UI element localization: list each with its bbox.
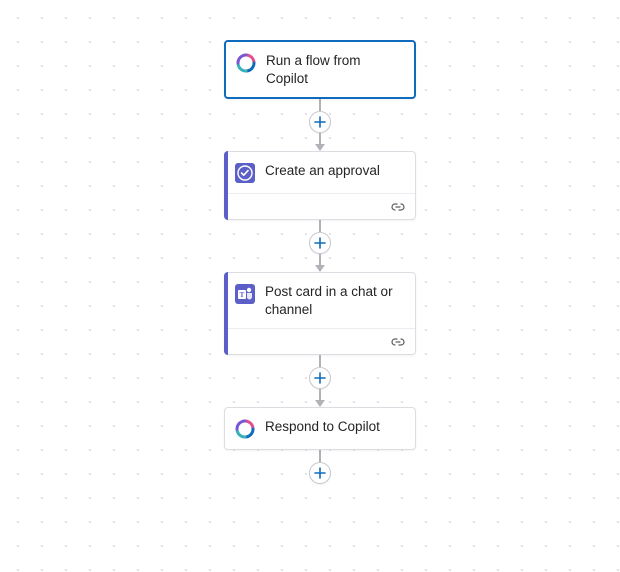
connector xyxy=(309,220,331,272)
copilot-icon xyxy=(235,419,255,439)
approval-title: Create an approval xyxy=(265,162,403,180)
trigger-card[interactable]: Run a flow from Copilot xyxy=(224,40,416,99)
link-icon xyxy=(391,200,405,214)
teams-icon xyxy=(235,284,255,304)
link-icon xyxy=(391,335,405,349)
card-footer xyxy=(225,193,415,219)
approval-card[interactable]: Create an approval xyxy=(224,151,416,220)
approval-icon xyxy=(235,163,255,183)
respond-title: Respond to Copilot xyxy=(265,418,403,436)
respond-card[interactable]: Respond to Copilot xyxy=(224,407,416,450)
flow-canvas: Run a flow from Copilot Create an approv… xyxy=(224,40,416,484)
card-footer xyxy=(225,328,415,354)
trigger-title: Run a flow from Copilot xyxy=(266,52,402,87)
add-step-button[interactable] xyxy=(309,111,331,133)
connector xyxy=(309,450,331,484)
add-step-button[interactable] xyxy=(309,367,331,389)
teams-card[interactable]: Post card in a chat or channel xyxy=(224,272,416,355)
add-step-button[interactable] xyxy=(309,232,331,254)
connector xyxy=(309,99,331,151)
copilot-icon xyxy=(236,53,256,73)
add-step-button[interactable] xyxy=(309,462,331,484)
connector xyxy=(309,355,331,407)
teams-title: Post card in a chat or channel xyxy=(265,283,403,318)
